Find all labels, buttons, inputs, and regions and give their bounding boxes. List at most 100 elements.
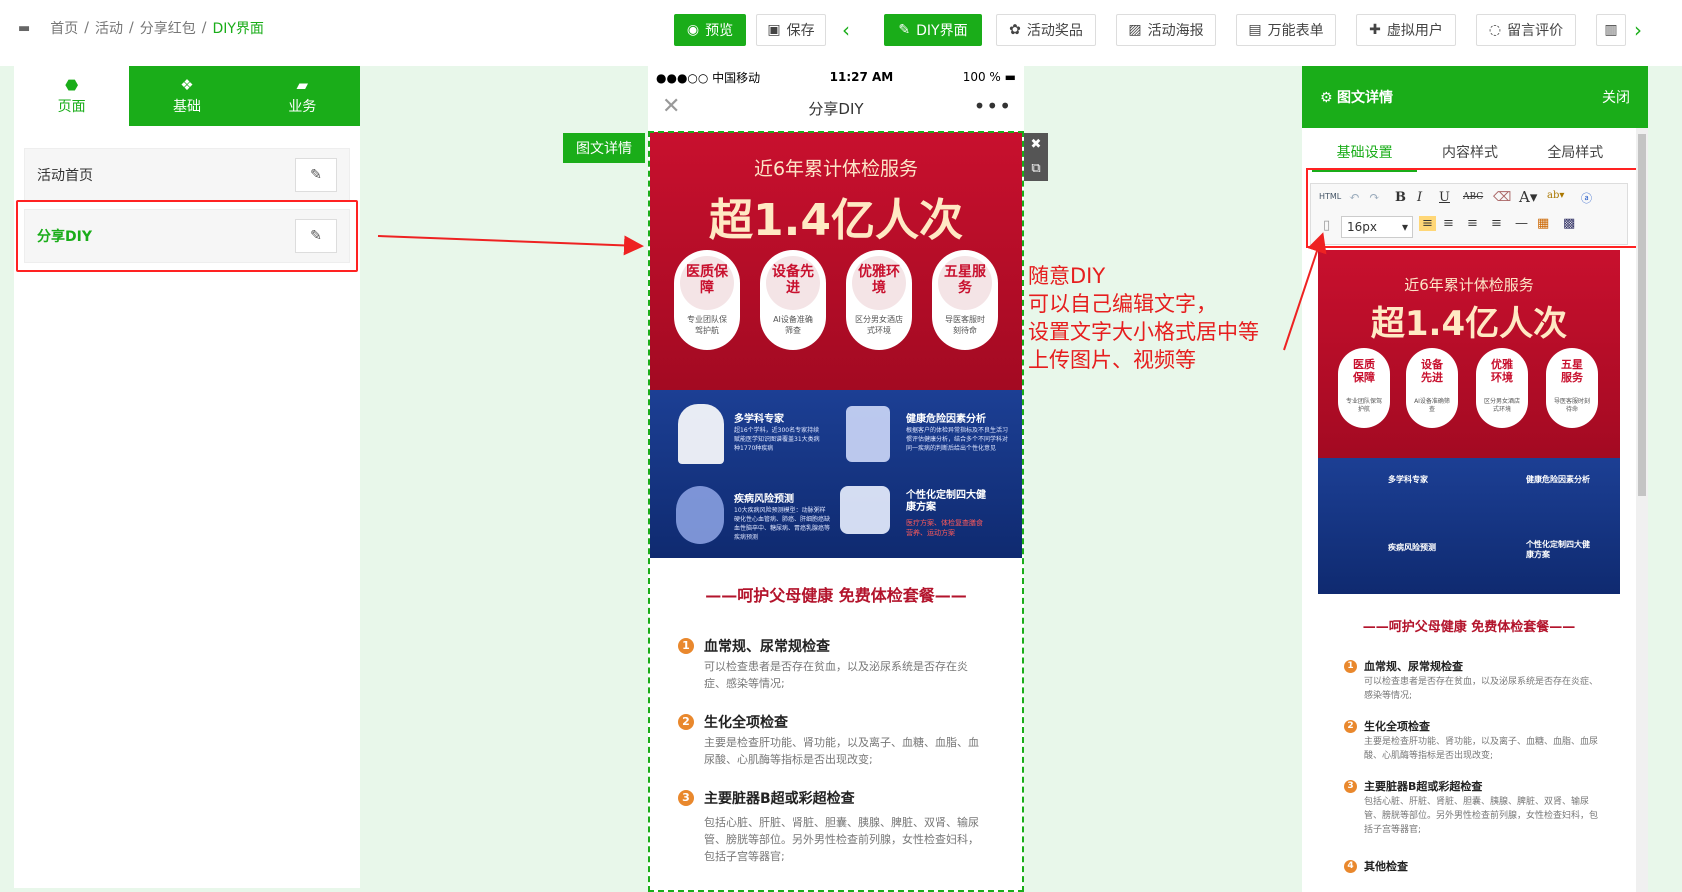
gift-icon: ✿ (1009, 22, 1021, 38)
editor-banner-features: 多学科专家 健康危险因素分析 疾病风险预测 个性化定制四大健康方案 (1318, 458, 1620, 594)
poster-label: 活动海报 (1147, 23, 1204, 39)
highlight-box (16, 200, 358, 272)
virtual-user-label: 虚拟用户 (1386, 23, 1443, 39)
breadcrumb: ▬ 首页 / 活动 / 分享红包 / DIY界面 (18, 18, 264, 38)
annotation-line: 设置文字大小格式居中等 (1028, 320, 1259, 344)
battery: 100 % ▬ (963, 70, 1016, 84)
item-number: 2 (1344, 720, 1357, 733)
prize-button[interactable]: ✿ 活动奖品 (996, 14, 1096, 46)
tab-business-label: 业务 (288, 99, 317, 115)
tab-basic[interactable]: ❖ 基础 (129, 66, 245, 126)
user-add-icon: ✚ (1369, 22, 1381, 38)
feature-pill: 设备先进 AI设备准确筛查 (1406, 348, 1458, 428)
item-heading: 生化全项检查 (1364, 720, 1430, 733)
folder-icon: ▬ (18, 20, 31, 36)
image-icon: ▨ (1128, 22, 1142, 38)
feature-title: 个性化定制四大健康方案 (1526, 540, 1590, 559)
save-label: 保存 (786, 23, 815, 39)
file-icon: ▤ (1248, 22, 1262, 38)
pill-title: 五星服务 (1561, 358, 1583, 384)
breadcrumb-item-redpacket[interactable]: 分享红包 (140, 18, 196, 38)
feature-pill: 优雅环境区分男女酒店式环境 (1476, 348, 1528, 428)
status-bar: ●●●○○ 中国移动 11:27 AM 100 % ▬ (648, 66, 1024, 88)
pill-title: 设备先进 (1421, 358, 1443, 384)
pill-title: 优雅环境 (1491, 358, 1513, 384)
poster-button[interactable]: ▨ 活动海报 (1116, 14, 1216, 46)
clock: 11:27 AM (829, 70, 894, 84)
save-icon: ▣ (767, 22, 781, 38)
tab-business[interactable]: ▰ 业务 (244, 66, 360, 126)
item-desc: 主要是检查肝功能、肾功能，以及离子、血糖、血脂、血尿酸、心肌酶等指标是否出现改变… (1364, 737, 1599, 761)
editor-banner-subtitle: 近6年累计体检服务 (1404, 276, 1534, 294)
briefcase-icon: ▰ (296, 76, 309, 94)
item-desc: 可以检查患者是否存在贫血，以及泌尿系统是否存在炎症、感染等情况; (1364, 677, 1599, 701)
comment-button[interactable]: ◌ 留言评价 (1476, 14, 1576, 46)
carrier: ●●●○○ 中国移动 (656, 70, 761, 85)
virtual-user-button[interactable]: ✚ 虚拟用户 (1356, 14, 1456, 46)
close-icon[interactable]: ✕ (662, 94, 680, 119)
page-item-label: 活动首页 (37, 168, 93, 184)
breadcrumb-separator: / (129, 20, 134, 36)
left-tabs: ⬣ 页面 ❖ 基础 ▰ 业务 (14, 66, 360, 126)
annotation: 随意DIY 可以自己编辑文字， 设置文字大小格式居中等 上传图片、视频等 (1028, 262, 1259, 374)
form-label: 万能表单 (1267, 23, 1324, 39)
more-icon[interactable]: ••• (974, 94, 1012, 118)
right-panel-header: ⚙ 图文详情 关闭 (1302, 66, 1648, 128)
form-button[interactable]: ▤ 万能表单 (1236, 14, 1336, 46)
annotation-line: 上传图片、视频等 (1028, 348, 1196, 372)
delete-icon[interactable]: ✖ (1024, 133, 1048, 157)
feature-title: 健康危险因素分析 (1526, 475, 1590, 484)
item-heading: 其他检查 (1364, 860, 1408, 873)
right-panel-title: 图文详情 (1337, 90, 1394, 106)
scroll-left-icon[interactable]: ‹ (842, 18, 850, 42)
pill-desc: 专业团队保驾护航 (1346, 398, 1383, 413)
item-number: 3 (1344, 780, 1357, 793)
item-number: 1 (1344, 660, 1357, 673)
pill-desc: 区分男女酒店式环境 (1483, 398, 1520, 413)
diy-button[interactable]: ✎ DIY界面 (884, 14, 982, 46)
chat-icon: ◌ (1488, 22, 1502, 38)
close-panel-button[interactable]: 关闭 (1602, 87, 1630, 107)
highlight-box (1306, 168, 1640, 248)
feature-title: 疾病风险预测 (1388, 543, 1436, 552)
annotation-line: 随意DIY (1028, 264, 1106, 288)
right-panel-title-wrap: ⚙ 图文详情 (1320, 87, 1393, 107)
edit-icon: ✎ (310, 167, 322, 183)
feature-pill: 医质保障专业团队保驾护航 (1338, 348, 1390, 428)
cogs-icon: ⚙ (1320, 90, 1338, 106)
pill-desc: AI设备准确筛查 (1414, 398, 1450, 413)
diy-label: DIY界面 (916, 23, 968, 39)
nav-bar: ✕ 分享DIY ••• (648, 88, 1024, 128)
page-item-home[interactable]: 活动首页 ✎ (24, 148, 350, 202)
preview-label: 预览 (705, 23, 734, 39)
selected-component-outline[interactable] (648, 131, 1024, 892)
tab-page-label: 页面 (57, 99, 86, 115)
edit-button[interactable]: ✎ (295, 158, 337, 192)
item-desc: 包括心脏、肝脏、肾脏、胆囊、胰腺、脾脏、双肾、输尿管、膀胱等部位。另外男性检查前… (1364, 797, 1599, 835)
preview-button[interactable]: ◉ 预览 (674, 14, 746, 46)
copy-icon[interactable]: ⧉ (1024, 157, 1048, 181)
save-button[interactable]: ▣ 保存 (756, 14, 826, 46)
breadcrumb-separator: / (84, 20, 90, 36)
more-tool-button[interactable]: ▥ (1596, 14, 1626, 46)
phone-title: 分享DIY (808, 99, 864, 118)
eye-icon: ◉ (686, 22, 700, 38)
scrollbar[interactable] (1636, 128, 1648, 892)
leaf-icon: ✎ (898, 22, 911, 38)
breadcrumb-item-home[interactable]: 首页 (50, 18, 78, 38)
item-heading: 主要脏器B超或彩超检查 (1364, 780, 1483, 793)
editor-banner-title: 超1.4亿人次 (1370, 304, 1568, 344)
scroll-right-icon[interactable]: › (1634, 18, 1642, 42)
cubes-icon: ❖ (180, 76, 194, 94)
feature-title: 多学科专家 (1388, 475, 1428, 484)
tab-basic-label: 基础 (172, 99, 201, 115)
breadcrumb-item-activity[interactable]: 活动 (95, 18, 123, 38)
editor-banner-hero: 近6年累计体检服务 超1.4亿人次 医质保障专业团队保驾护航 设备先进 AI设备准… (1318, 250, 1620, 458)
prize-label: 活动奖品 (1026, 23, 1083, 39)
feature-pill: 五星服务导医客服时刻待命 (1546, 348, 1598, 428)
scrollbar-thumb[interactable] (1638, 134, 1646, 496)
tab-page[interactable]: ⬣ 页面 (14, 66, 130, 126)
component-tag[interactable]: 图文详情 (563, 133, 645, 163)
pill-title: 医质保障 (1353, 358, 1375, 384)
pill-desc: 导医客服时刻待命 (1554, 398, 1591, 413)
